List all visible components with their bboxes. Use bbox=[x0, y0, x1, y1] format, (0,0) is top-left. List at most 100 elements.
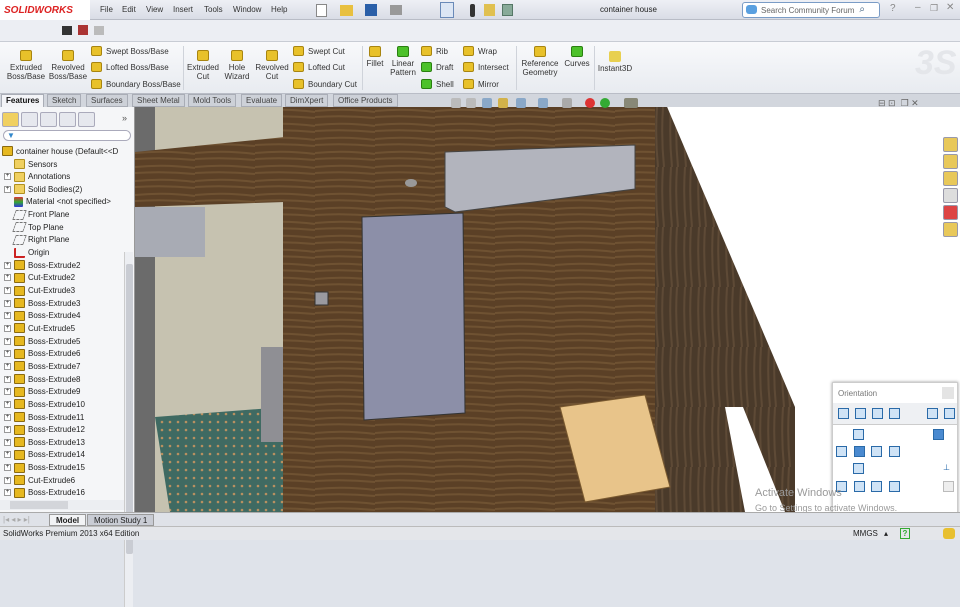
tab-features[interactable]: Features bbox=[1, 94, 45, 107]
help-icon[interactable]: ? bbox=[890, 3, 896, 14]
linear-pattern-button[interactable]: Linear Pattern bbox=[388, 46, 418, 77]
tree-item[interactable]: + Cut-Extrude2 bbox=[0, 272, 75, 284]
search-input[interactable]: Search Community Forum ⌕ bbox=[742, 2, 880, 18]
playback-icon[interactable] bbox=[94, 26, 104, 35]
record-icon[interactable] bbox=[78, 25, 88, 35]
zoom-area-icon[interactable] bbox=[466, 98, 476, 108]
view-orientation-icon[interactable] bbox=[516, 98, 526, 108]
tab-sheet-metal[interactable]: Sheet Metal bbox=[132, 94, 185, 107]
pin-dialog-icon[interactable] bbox=[889, 408, 900, 419]
menu-insert[interactable]: Insert bbox=[173, 5, 193, 14]
tab-office-products[interactable]: Office Products bbox=[333, 94, 398, 107]
hide-show-icon[interactable] bbox=[562, 98, 572, 108]
tree-item[interactable]: + Boss-Extrude13 bbox=[0, 436, 85, 448]
fillet-button[interactable]: Fillet bbox=[364, 46, 386, 68]
tree-item[interactable]: + Boss-Extrude16 bbox=[0, 487, 85, 499]
tree-item[interactable]: + Cut-Extrude3 bbox=[0, 285, 75, 297]
reset-views-icon[interactable] bbox=[872, 408, 883, 419]
display-style-icon[interactable] bbox=[538, 98, 548, 108]
normal-to-arrow-icon[interactable]: ⊥ bbox=[943, 463, 954, 474]
options-icon[interactable] bbox=[502, 4, 513, 16]
shell-button[interactable]: Shell bbox=[421, 79, 454, 90]
section-view-icon[interactable] bbox=[498, 98, 508, 108]
tree-item[interactable]: + Annotations bbox=[0, 171, 70, 183]
expand-icon[interactable]: + bbox=[4, 173, 11, 181]
dimxpert-manager-tab-icon[interactable] bbox=[59, 112, 76, 127]
tab-mold-tools[interactable]: Mold Tools bbox=[188, 94, 237, 107]
expand-icon[interactable]: + bbox=[4, 451, 11, 459]
previous-view-icon[interactable] bbox=[482, 98, 492, 108]
property-manager-tab-icon[interactable] bbox=[21, 112, 38, 127]
expand-icon[interactable]: + bbox=[4, 324, 11, 332]
expand-icon[interactable]: + bbox=[4, 388, 11, 396]
expand-icon[interactable]: + bbox=[4, 350, 11, 358]
tree-item[interactable]: + Boss-Extrude9 bbox=[0, 386, 80, 398]
camera-icon[interactable] bbox=[62, 26, 72, 35]
expand-icon[interactable]: + bbox=[4, 476, 11, 484]
swept-boss-button[interactable]: Swept Boss/Base bbox=[91, 46, 169, 57]
tab-motion-study-1[interactable]: Motion Study 1 bbox=[87, 514, 155, 526]
lofted-cut-button[interactable]: Lofted Cut bbox=[293, 62, 345, 73]
display-manager-tab-icon[interactable] bbox=[78, 112, 95, 127]
right-view-icon[interactable] bbox=[871, 446, 882, 457]
tree-item[interactable]: Front Plane bbox=[0, 209, 69, 221]
close-icon[interactable] bbox=[942, 387, 954, 399]
hole-wizard-button[interactable]: Hole Wizard bbox=[222, 50, 252, 81]
appearance-icon[interactable] bbox=[585, 98, 595, 108]
notification-icon[interactable] bbox=[943, 528, 955, 539]
expand-icon[interactable]: + bbox=[4, 426, 11, 434]
tab-scroll-arrows-icon[interactable]: |◂ ◂ ▸ ▸| bbox=[3, 515, 30, 524]
tree-item[interactable]: + Boss-Extrude6 bbox=[0, 348, 80, 360]
rebuild-icon[interactable] bbox=[470, 4, 475, 17]
link-views-icon[interactable] bbox=[943, 481, 954, 492]
expand-icon[interactable]: + bbox=[4, 287, 11, 294]
open-icon[interactable] bbox=[340, 5, 353, 16]
tree-filter-input[interactable]: ▼ bbox=[3, 130, 131, 141]
file-explorer-icon[interactable] bbox=[943, 171, 958, 186]
search-icon[interactable]: ⌕ bbox=[859, 4, 865, 15]
boundary-boss-button[interactable]: Boundary Boss/Base bbox=[91, 79, 181, 90]
tree-item[interactable]: + Boss-Extrude2 bbox=[0, 259, 80, 271]
curves-button[interactable]: Curves bbox=[562, 46, 592, 68]
menu-edit[interactable]: Edit bbox=[122, 5, 136, 14]
revolved-boss-button[interactable]: Revolved Boss/Base bbox=[48, 50, 88, 81]
boundary-cut-button[interactable]: Boundary Cut bbox=[293, 79, 357, 90]
expand-icon[interactable]: + bbox=[4, 438, 11, 446]
expand-icon[interactable]: + bbox=[4, 312, 11, 320]
back-view-icon[interactable] bbox=[889, 446, 900, 457]
expand-icon[interactable]: + bbox=[4, 413, 11, 421]
view-settings-icon[interactable] bbox=[624, 98, 638, 108]
left-view-icon[interactable] bbox=[836, 446, 847, 457]
tree-item[interactable]: + Boss-Extrude14 bbox=[0, 449, 85, 461]
restore-icon[interactable]: ❐ bbox=[930, 3, 938, 14]
bottom-view-icon[interactable] bbox=[853, 463, 864, 474]
tree-item[interactable]: + Boss-Extrude8 bbox=[0, 373, 80, 385]
reference-geometry-button[interactable]: Reference Geometry bbox=[518, 46, 562, 77]
custom-properties-icon[interactable] bbox=[943, 222, 958, 237]
expand-icon[interactable]: + bbox=[4, 274, 11, 282]
draft-button[interactable]: Draft bbox=[421, 62, 453, 73]
tree-horizontal-scrollbar[interactable] bbox=[0, 500, 124, 510]
file-properties-icon[interactable] bbox=[484, 4, 495, 16]
new-view-icon[interactable] bbox=[838, 408, 849, 419]
expand-icon[interactable]: + bbox=[4, 299, 11, 307]
tab-surfaces[interactable]: Surfaces bbox=[86, 94, 128, 107]
tree-item[interactable]: + Boss-Extrude7 bbox=[0, 360, 80, 372]
tree-item[interactable]: Sensors bbox=[0, 158, 57, 170]
tree-item[interactable]: + Boss-Extrude3 bbox=[0, 297, 80, 309]
tree-item[interactable]: + Boss-Extrude12 bbox=[0, 424, 85, 436]
tree-item[interactable]: Material <not specified> bbox=[0, 196, 111, 208]
expand-icon[interactable]: + bbox=[4, 337, 11, 345]
menu-tools[interactable]: Tools bbox=[204, 5, 223, 14]
tree-item[interactable]: Right Plane bbox=[0, 234, 69, 246]
extruded-boss-button[interactable]: Extruded Boss/Base bbox=[5, 50, 47, 81]
expand-icon[interactable]: + bbox=[4, 185, 11, 193]
tree-item[interactable]: + Boss-Extrude15 bbox=[0, 462, 85, 474]
help-icon[interactable]: ? bbox=[900, 528, 910, 539]
expand-icon[interactable]: + bbox=[4, 489, 11, 497]
view-selector-icon[interactable] bbox=[927, 408, 938, 419]
extruded-cut-button[interactable]: Extruded Cut bbox=[184, 50, 222, 81]
feature-manager-tab-icon[interactable] bbox=[2, 112, 19, 127]
tree-item[interactable]: Top Plane bbox=[0, 221, 64, 233]
normal-to-icon[interactable] bbox=[944, 408, 955, 419]
